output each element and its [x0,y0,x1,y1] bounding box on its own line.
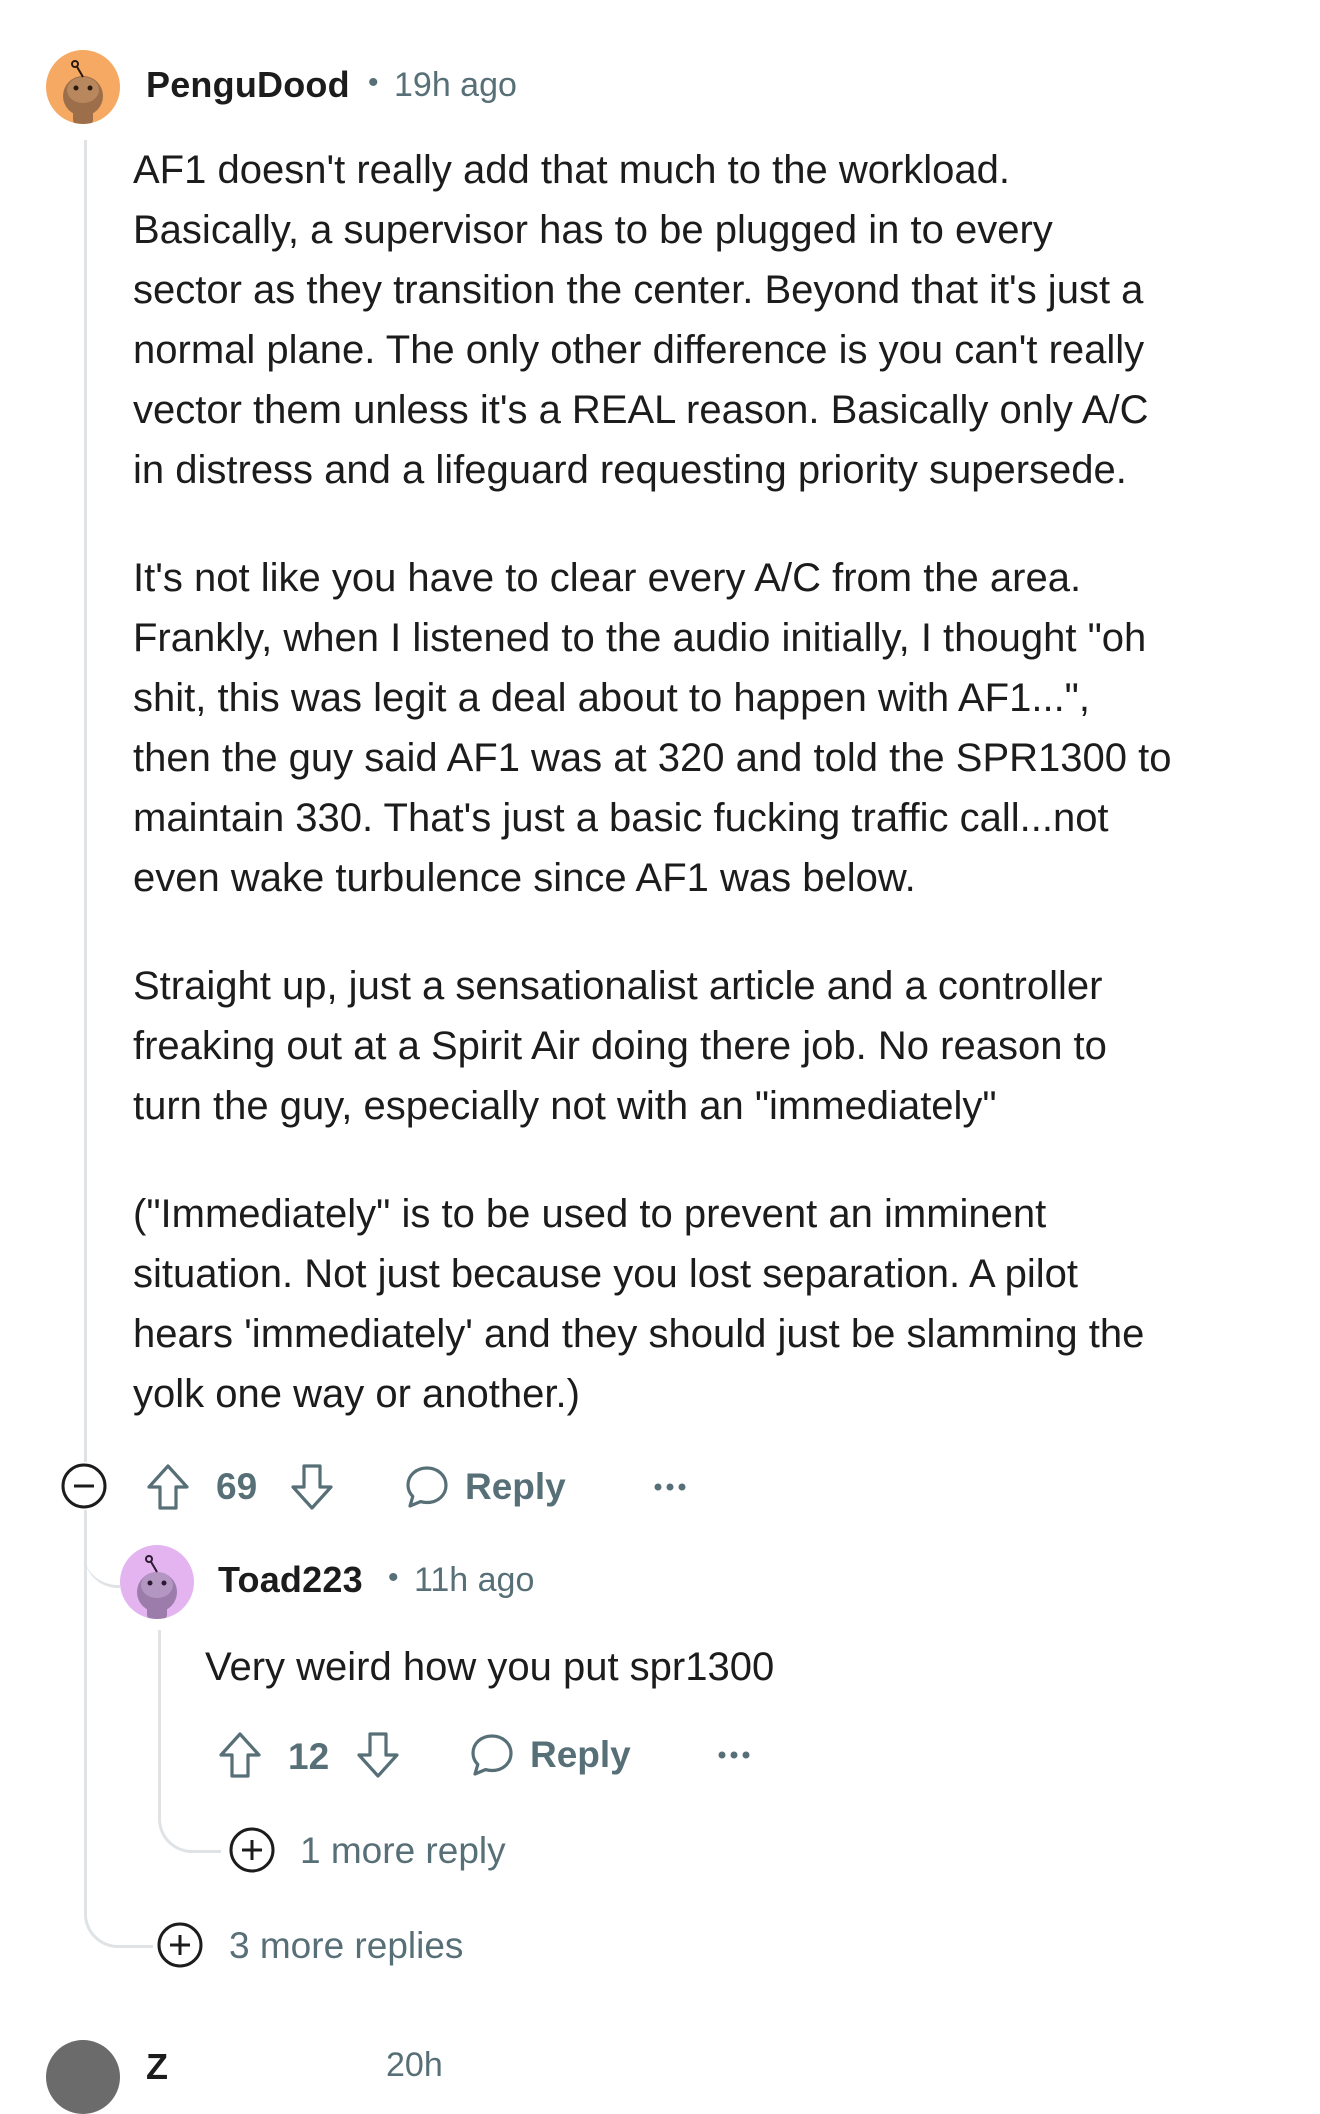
comment-paragraph: It's not like you have to clear every A/… [133,556,1172,900]
vote-count: 69 [216,1466,258,1507]
comment-paragraph: ("Immediately" is to be used to prevent … [133,1192,1145,1416]
thread-line-main [84,140,87,1470]
comment-author[interactable]: Z [146,2046,168,2088]
avatar[interactable] [46,50,120,124]
snoo-avatar-icon [63,60,103,124]
comment-body: AF1 doesn't really add that much to the … [133,140,1293,1424]
reply-timestamp: 11h ago [414,1561,535,1599]
expand-button[interactable] [156,1921,204,1969]
reply-avatar[interactable] [120,1545,194,1619]
thread-line-root-lower [84,1510,87,1910]
avatar[interactable] [46,2040,120,2114]
upvote-arrow-icon [147,1464,189,1510]
meta-separator: • [368,66,379,99]
downvote-arrow-icon [291,1464,333,1510]
expand-plus-icon [229,1827,275,1873]
speech-bubble-icon [406,1466,448,1508]
thread-curve-reply [84,1500,120,1588]
more-replies-link[interactable]: 3 more replies [229,1925,463,1967]
downvote-button[interactable] [354,1730,402,1780]
reply-button[interactable]: Reply [403,1462,566,1512]
comment-timestamp: 20h [386,2046,443,2084]
more-options-button[interactable] [716,1740,752,1770]
reply-body: Very weird how you put spr1300 [205,1645,775,1689]
collapse-minus-icon [61,1463,107,1509]
reply-button[interactable]: Reply [468,1730,631,1780]
downvote-arrow-icon [357,1732,399,1778]
speech-bubble-icon [471,1734,513,1776]
reply-label: Reply [530,1734,631,1775]
comment-author[interactable]: PenguDood [146,64,350,106]
expand-plus-icon [157,1922,203,1968]
ellipsis-icon [654,1483,686,1491]
thread-curve-more-replies [84,1885,153,1948]
reply-label: Reply [465,1466,566,1507]
meta-separator: • [388,1561,399,1594]
comment-timestamp: 19h ago [394,66,517,104]
vote-count: 12 [288,1736,330,1777]
upvote-button[interactable] [144,1462,192,1512]
ellipsis-icon [718,1751,750,1759]
comment-paragraph: Straight up, just a sensationalist artic… [133,964,1107,1128]
collapse-button[interactable] [60,1462,108,1510]
upvote-arrow-icon [219,1732,261,1778]
more-options-button[interactable] [652,1472,688,1502]
downvote-button[interactable] [288,1462,336,1512]
snoo-avatar-icon [137,1555,177,1619]
upvote-button[interactable] [216,1730,264,1780]
comment-paragraph: AF1 doesn't really add that much to the … [133,148,1149,492]
reply-author[interactable]: Toad223 [218,1559,363,1601]
expand-button[interactable] [228,1826,276,1874]
more-replies-link[interactable]: 1 more reply [300,1830,506,1872]
